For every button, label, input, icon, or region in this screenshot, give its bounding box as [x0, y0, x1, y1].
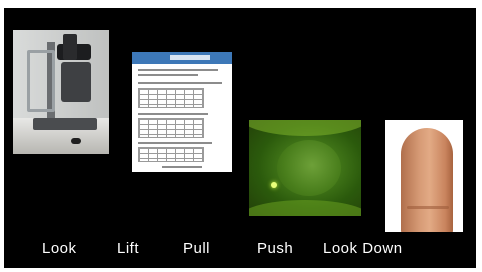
thumb-image — [385, 120, 463, 232]
slit-lamp-image — [13, 30, 109, 154]
look-label: Look — [42, 240, 77, 257]
questionnaire-document-image — [132, 52, 232, 172]
look-down-label: Look Down — [323, 240, 403, 257]
fluorescein-eye-image — [249, 120, 361, 216]
push-label: Push — [257, 240, 294, 257]
slide: Look Lift Pull Push Look Down — [4, 8, 476, 268]
lift-label: Lift — [117, 240, 140, 257]
pull-label: Pull — [183, 240, 211, 257]
